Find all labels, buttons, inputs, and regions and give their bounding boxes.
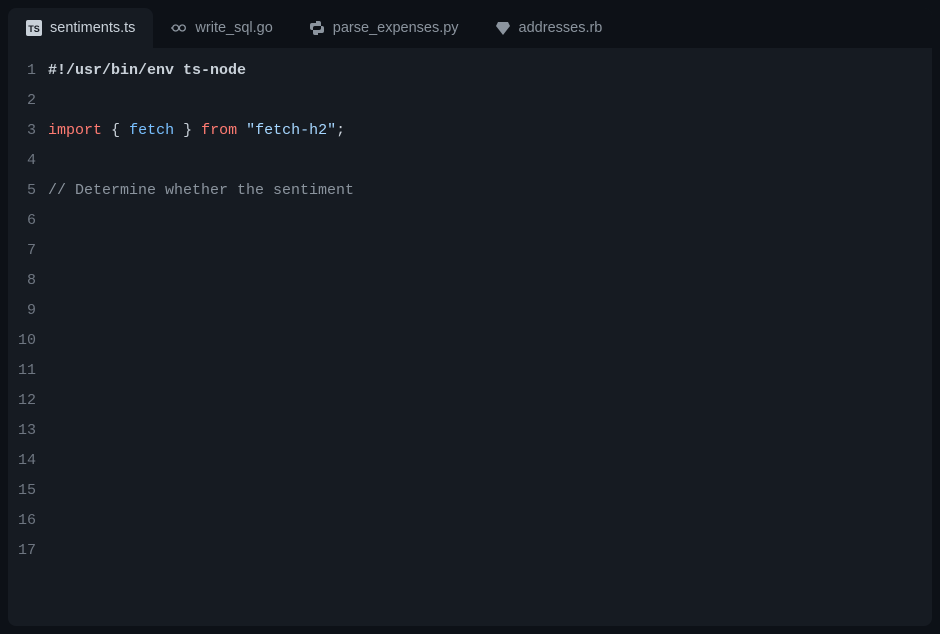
line-number: 11 [8,356,36,386]
shebang-line: #!/usr/bin/env ts-node [48,62,246,79]
brace-close: } [183,122,192,139]
keyword-from: from [201,122,237,139]
line-number: 8 [8,266,36,296]
line-number: 12 [8,386,36,416]
line-number: 5 [8,176,36,206]
tab-parse-expenses-py[interactable]: parse_expenses.py [291,8,477,48]
identifier-fetch: fetch [129,122,174,139]
line-number: 3 [8,116,36,146]
code-area[interactable]: 1234567891011121314151617 #!/usr/bin/env… [8,48,932,626]
line-number: 15 [8,476,36,506]
line-gutter: 1234567891011121314151617 [8,56,48,626]
ruby-icon [495,20,511,36]
line-number: 2 [8,86,36,116]
line-number: 13 [8,416,36,446]
tab-label: write_sql.go [195,20,272,36]
semicolon: ; [336,122,345,139]
tab-addresses-rb[interactable]: addresses.rb [477,8,621,48]
tab-label: sentiments.ts [50,20,135,36]
tab-write-sql-go[interactable]: write_sql.go [153,8,290,48]
tab-label: addresses.rb [519,20,603,36]
keyword-import: import [48,122,102,139]
svg-text:TS: TS [28,24,40,34]
line-number: 7 [8,236,36,266]
tab-bar: TS sentiments.ts write_sql.go parse_expe… [8,8,932,48]
typescript-icon: TS [26,20,42,36]
tab-sentiments-ts[interactable]: TS sentiments.ts [8,8,153,48]
line-number: 14 [8,446,36,476]
line-number: 6 [8,206,36,236]
tab-label: parse_expenses.py [333,20,459,36]
brace-open: { [111,122,120,139]
code-content[interactable]: #!/usr/bin/env ts-node import { fetch } … [48,56,932,626]
line-number: 16 [8,506,36,536]
line-number: 17 [8,536,36,566]
line-number: 9 [8,296,36,326]
code-editor: TS sentiments.ts write_sql.go parse_expe… [8,8,932,626]
python-icon [309,20,325,36]
string-module: "fetch-h2" [246,122,336,139]
comment-line: // Determine whether the sentiment [48,182,354,199]
go-icon [171,20,187,36]
line-number: 1 [8,56,36,86]
line-number: 4 [8,146,36,176]
line-number: 10 [8,326,36,356]
